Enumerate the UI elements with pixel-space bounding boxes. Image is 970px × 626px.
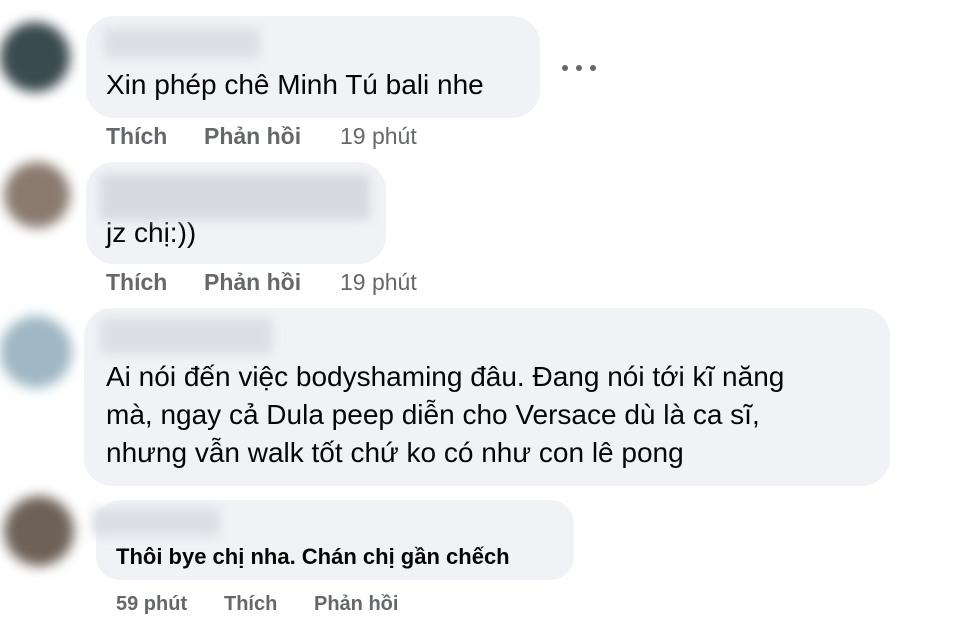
avatar[interactable]: [4, 162, 70, 228]
avatar[interactable]: [0, 316, 72, 388]
avatar[interactable]: [4, 496, 74, 566]
comment-text-line: Ai nói đến việc bodyshaming đâu. Đang nó…: [106, 361, 785, 392]
avatar[interactable]: [0, 22, 70, 92]
dot: [562, 65, 568, 71]
reply-button[interactable]: Phản hồi: [204, 268, 301, 296]
comment-text: Xin phép chê Minh Tú bali nhe: [106, 69, 484, 100]
commenter-name-redacted[interactable]: [100, 174, 370, 220]
timestamp[interactable]: 19 phút: [340, 268, 417, 296]
timestamp[interactable]: 19 phút: [340, 122, 417, 150]
timestamp[interactable]: 59 phút: [116, 590, 187, 618]
dot: [590, 65, 596, 71]
reply-button[interactable]: Phản hồi: [314, 590, 398, 618]
comment-text-line: nhưng vẫn walk tốt chứ ko có như con lê …: [106, 437, 684, 468]
commenter-name-redacted[interactable]: [104, 28, 260, 58]
like-button[interactable]: Thích: [224, 590, 277, 618]
dot: [576, 65, 582, 71]
like-button[interactable]: Thích: [106, 268, 167, 296]
more-horizontal-icon[interactable]: [562, 58, 596, 78]
commenter-name-redacted[interactable]: [100, 318, 272, 354]
like-button[interactable]: Thích: [106, 122, 167, 150]
comment-text-line: mà, ngay cả Dula peep diễn cho Versace d…: [106, 399, 760, 430]
reply-button[interactable]: Phản hồi: [204, 122, 301, 150]
commenter-name-redacted[interactable]: [92, 508, 220, 536]
comment-text: Thôi bye chị nha. Chán chị gần chếch: [116, 544, 510, 569]
